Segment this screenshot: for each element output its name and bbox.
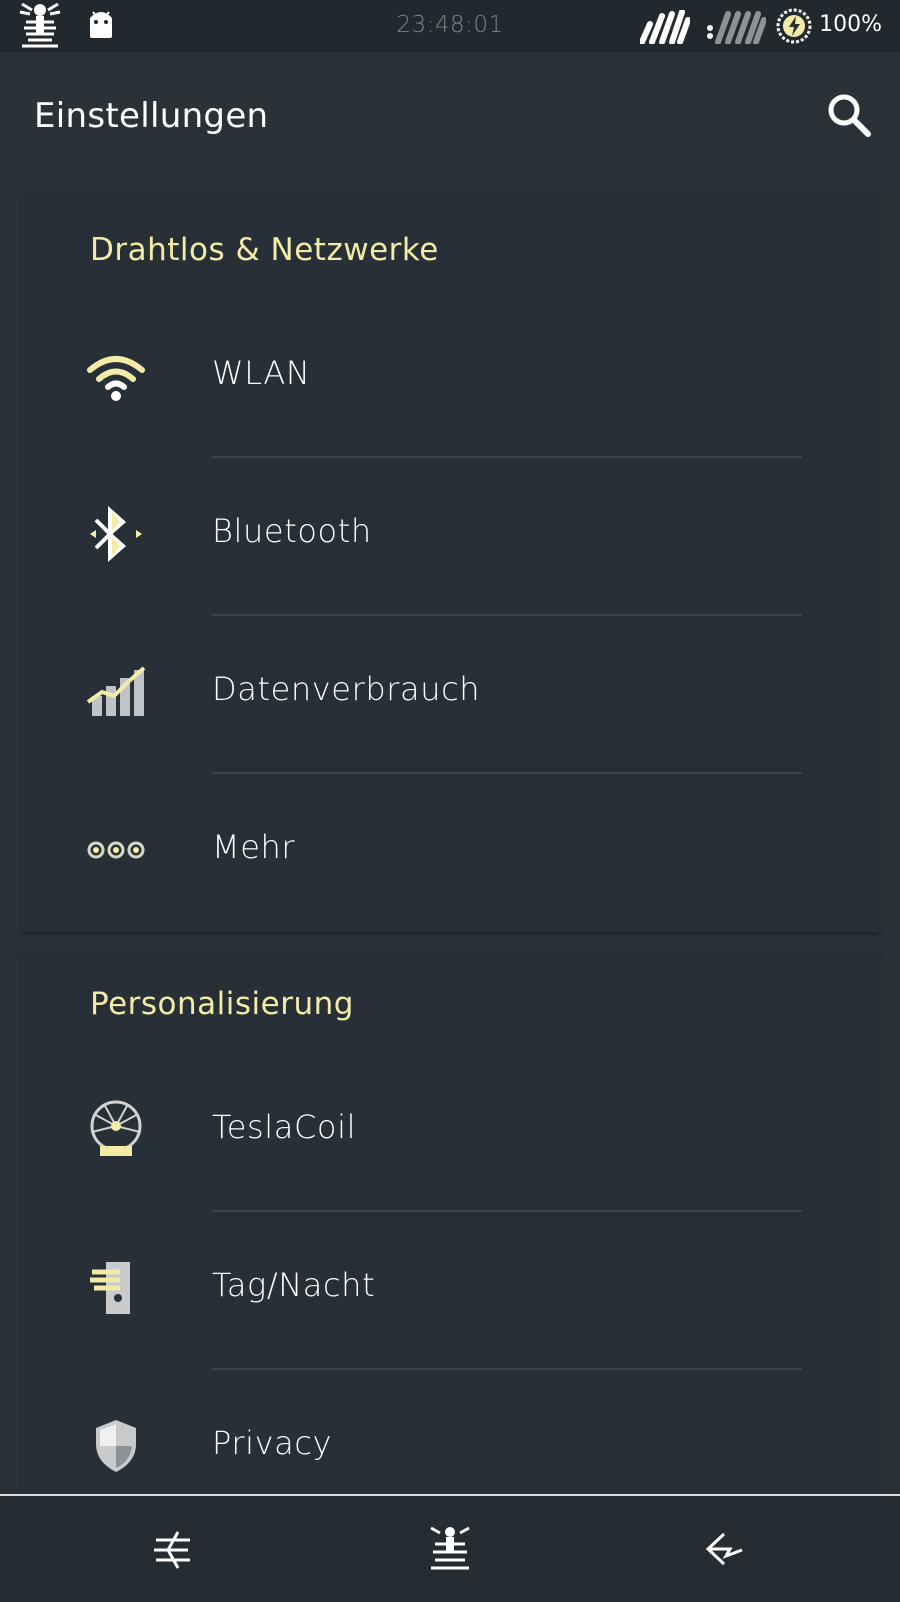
status-bar: 23:48:01 100% — [0, 0, 900, 52]
menu-icon — [148, 1531, 198, 1578]
battery-charging-icon — [776, 8, 812, 48]
section-wireless-networks: Drahtlos & Netzwerke WLAN Bluetooth Date… — [22, 196, 878, 932]
search-button[interactable] — [824, 90, 874, 140]
divider — [212, 614, 802, 616]
back-icon — [702, 1532, 752, 1578]
list-item-wlan[interactable]: WLAN — [22, 302, 878, 460]
list-item-label: Privacy — [212, 1424, 333, 1462]
section-personalization: Personalisierung TeslaCoil Tag/Nacht Pri… — [22, 952, 878, 1512]
home-icon — [425, 1526, 475, 1578]
signal-strength-icon — [639, 9, 691, 48]
shield-icon — [86, 1416, 146, 1476]
home-button[interactable] — [425, 1524, 475, 1574]
page-title: Einstellungen — [34, 96, 269, 136]
list-item-more[interactable]: Mehr — [22, 776, 878, 934]
more-icon — [86, 820, 146, 880]
data-usage-icon — [86, 662, 146, 722]
divider — [212, 772, 802, 774]
battery-percent: 100% — [819, 12, 882, 37]
section-title: Personalisierung — [90, 986, 354, 1022]
list-item-label: Tag/Nacht — [212, 1266, 376, 1304]
list-item-label: Datenverbrauch — [212, 670, 481, 708]
app-bar: Einstellungen — [0, 52, 900, 178]
list-item-label: WLAN — [212, 354, 311, 392]
signal-strength-2-icon — [706, 10, 767, 48]
bluetooth-icon — [86, 504, 146, 564]
divider — [212, 1210, 802, 1212]
section-title: Drahtlos & Netzwerke — [90, 232, 439, 268]
day-night-icon — [86, 1258, 146, 1318]
divider — [212, 456, 802, 458]
back-button[interactable] — [702, 1524, 752, 1574]
list-item-label: Bluetooth — [212, 512, 372, 550]
menu-button[interactable] — [148, 1524, 198, 1574]
list-item-bluetooth[interactable]: Bluetooth — [22, 460, 878, 618]
list-item-label: TeslaCoil — [212, 1108, 357, 1146]
list-item-label: Mehr — [212, 828, 296, 866]
list-item-teslacoil[interactable]: TeslaCoil — [22, 1056, 878, 1214]
navigation-bar — [0, 1494, 900, 1602]
wifi-icon — [86, 346, 146, 406]
tesla-coil-icon — [86, 1100, 146, 1160]
list-item-data-usage[interactable]: Datenverbrauch — [22, 618, 878, 776]
search-icon — [824, 94, 874, 144]
divider — [212, 1368, 802, 1370]
list-item-day-night[interactable]: Tag/Nacht — [22, 1214, 878, 1372]
